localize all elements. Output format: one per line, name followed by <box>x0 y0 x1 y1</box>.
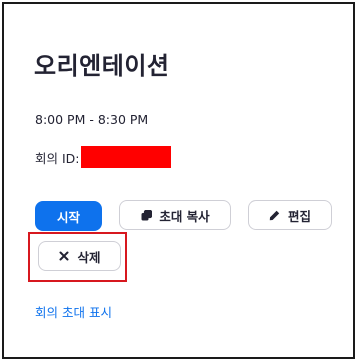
pencil-icon <box>269 209 281 221</box>
show-meeting-invite-link[interactable]: 회의 초대 표시 <box>35 302 112 321</box>
edit-label: 편집 <box>287 208 311 224</box>
start-button[interactable]: 시작 <box>35 201 102 231</box>
edit-button[interactable]: 편집 <box>248 200 332 230</box>
copy-invite-label: 초대 복사 <box>159 208 210 224</box>
meeting-id-label: 회의 ID: <box>35 150 80 166</box>
delete-label: 삭제 <box>77 249 101 265</box>
meeting-time: 8:00 PM - 8:30 PM <box>35 112 149 127</box>
meeting-detail-panel: 오리엔테이션 8:00 PM - 8:30 PM 회의 ID: 시작 초대 복사… <box>2 2 355 359</box>
meeting-title: 오리엔테이션 <box>34 52 170 80</box>
meeting-id-row: 회의 ID: <box>35 145 171 169</box>
start-button-label: 시작 <box>56 209 80 225</box>
copy-icon <box>140 209 152 221</box>
delete-button[interactable]: 삭제 <box>38 241 121 271</box>
copy-invite-button[interactable]: 초대 복사 <box>119 200 231 230</box>
close-icon <box>58 250 70 262</box>
meeting-id-redaction <box>80 146 171 168</box>
